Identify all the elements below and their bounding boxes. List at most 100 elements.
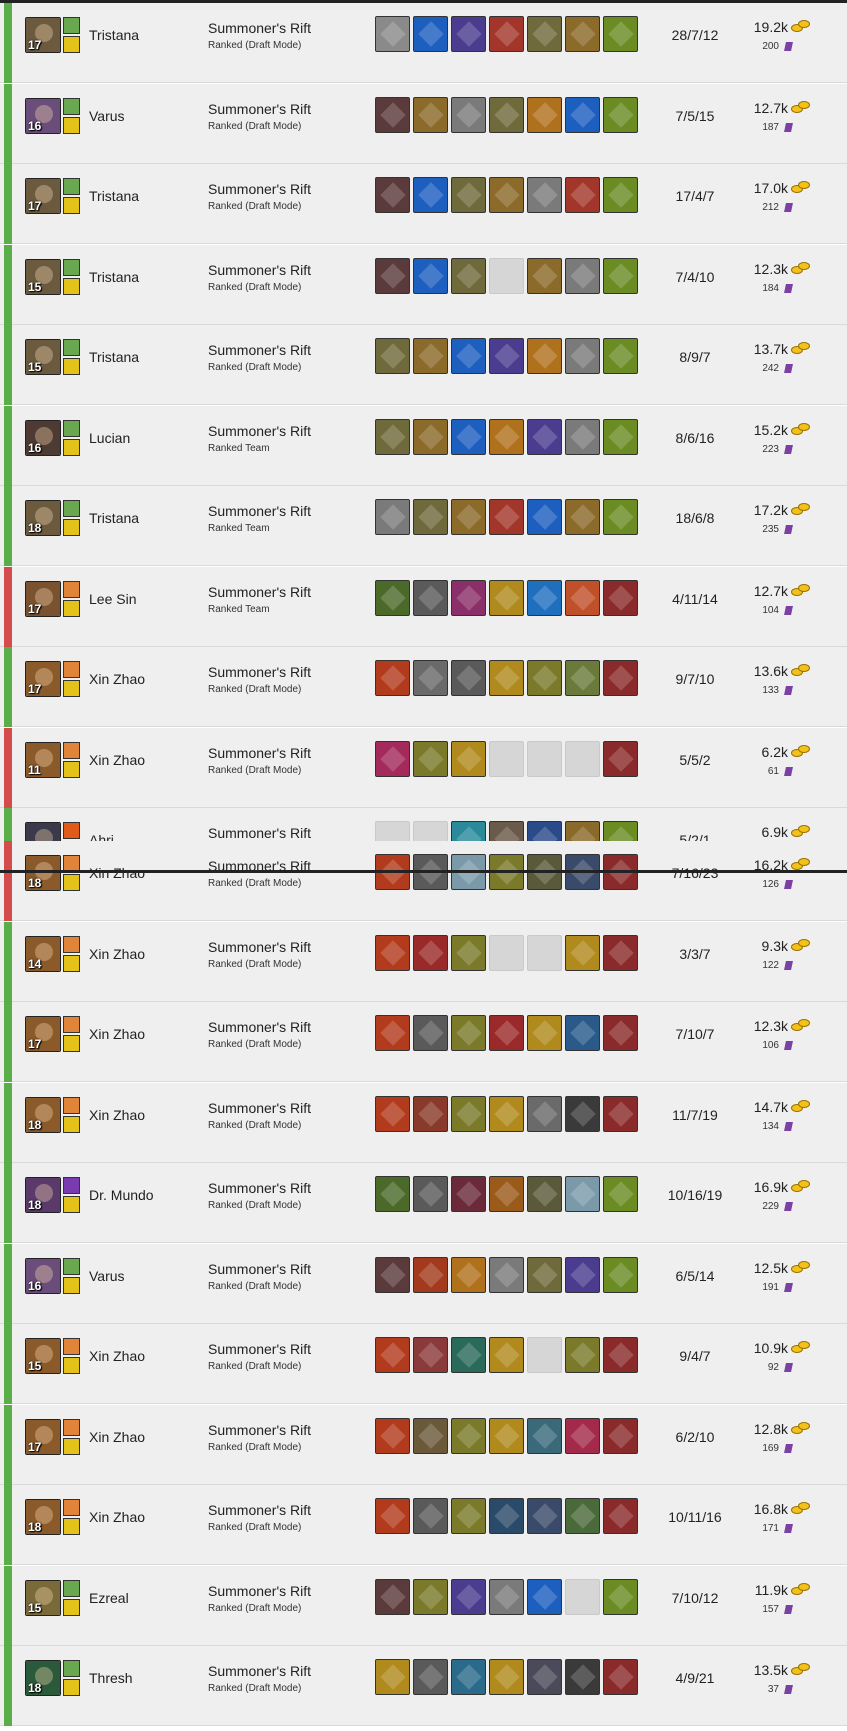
item-icon[interactable]	[413, 419, 448, 455]
item-icon[interactable]	[527, 1096, 562, 1132]
item-icon[interactable]	[375, 1337, 410, 1373]
item-icon[interactable]	[413, 935, 448, 971]
summoner-spell-1-icon[interactable]	[63, 742, 80, 759]
item-icon[interactable]	[565, 660, 600, 696]
item-icon[interactable]	[451, 580, 486, 616]
item-icon[interactable]	[527, 660, 562, 696]
item-icon[interactable]	[527, 1176, 562, 1212]
item-icon[interactable]	[603, 499, 638, 535]
champion-portrait[interactable]: 15	[25, 339, 61, 375]
champion-portrait[interactable]: 17	[25, 661, 61, 697]
summoner-spell-1-icon[interactable]	[63, 17, 80, 34]
champion-name[interactable]: Varus	[89, 1268, 125, 1284]
item-icon[interactable]	[603, 935, 638, 971]
match-row[interactable]: 14 Xin Zhao Summoner's Rift Ranked (Draf…	[0, 922, 847, 1002]
item-icon[interactable]	[527, 258, 562, 294]
item-icon[interactable]	[489, 1176, 524, 1212]
item-icon[interactable]	[489, 1015, 524, 1051]
summoner-spell-1-icon[interactable]	[63, 339, 80, 356]
match-row[interactable]: 16 Varus Summoner's Rift Ranked (Draft M…	[0, 84, 847, 164]
match-row[interactable]: 18 Xin Zhao Summoner's Rift Ranked (Draf…	[0, 841, 847, 921]
summoner-spell-2-icon[interactable]	[63, 874, 80, 891]
item-icon[interactable]	[527, 1418, 562, 1454]
item-icon[interactable]	[375, 1096, 410, 1132]
champion-portrait[interactable]: 17	[25, 581, 61, 617]
summoner-spell-2-icon[interactable]	[63, 680, 80, 697]
summoner-spell-2-icon[interactable]	[63, 278, 80, 295]
item-icon[interactable]	[489, 499, 524, 535]
item-icon[interactable]	[527, 499, 562, 535]
item-icon[interactable]	[565, 580, 600, 616]
champion-name[interactable]: Tristana	[89, 27, 139, 43]
match-row[interactable]: 17 Xin Zhao Summoner's Rift Ranked (Draf…	[0, 647, 847, 727]
match-row[interactable]: 17 Lee Sin Summoner's Rift Ranked Team 4…	[0, 567, 847, 647]
item-icon[interactable]	[375, 97, 410, 133]
match-row[interactable]: 15 Tristana Summoner's Rift Ranked (Draf…	[0, 245, 847, 325]
item-icon[interactable]	[565, 935, 600, 971]
summoner-spell-2-icon[interactable]	[63, 1518, 80, 1535]
item-icon[interactable]	[413, 258, 448, 294]
item-icon[interactable]	[413, 1257, 448, 1293]
summoner-spell-1-icon[interactable]	[63, 936, 80, 953]
item-icon[interactable]	[489, 1257, 524, 1293]
item-icon[interactable]	[603, 580, 638, 616]
champion-portrait[interactable]: 18	[25, 1499, 61, 1535]
item-icon[interactable]	[375, 1015, 410, 1051]
item-icon[interactable]	[375, 16, 410, 52]
item-icon[interactable]	[451, 741, 486, 777]
item-icon[interactable]	[451, 177, 486, 213]
item-icon[interactable]	[565, 1498, 600, 1534]
champion-name[interactable]: Thresh	[89, 1670, 133, 1686]
item-icon[interactable]	[527, 338, 562, 374]
champion-name[interactable]: Xin Zhao	[89, 1429, 145, 1445]
item-icon[interactable]	[375, 580, 410, 616]
item-icon[interactable]	[527, 419, 562, 455]
champion-portrait[interactable]: 15	[25, 1580, 61, 1616]
summoner-spell-2-icon[interactable]	[63, 1277, 80, 1294]
match-row[interactable]: 17 Xin Zhao Summoner's Rift Ranked (Draf…	[0, 1405, 847, 1485]
item-icon[interactable]	[565, 1176, 600, 1212]
summoner-spell-2-icon[interactable]	[63, 761, 80, 778]
summoner-spell-2-icon[interactable]	[63, 439, 80, 456]
item-icon[interactable]	[375, 1579, 410, 1615]
item-icon[interactable]	[603, 338, 638, 374]
match-row[interactable]: 17 Tristana Summoner's Rift Ranked (Draf…	[0, 3, 847, 83]
summoner-spell-2-icon[interactable]	[63, 600, 80, 617]
item-icon[interactable]	[603, 97, 638, 133]
summoner-spell-1-icon[interactable]	[63, 178, 80, 195]
item-icon[interactable]	[603, 1498, 638, 1534]
item-icon[interactable]	[603, 1096, 638, 1132]
item-icon[interactable]	[489, 16, 524, 52]
item-icon[interactable]	[565, 1337, 600, 1373]
summoner-spell-2-icon[interactable]	[63, 1116, 80, 1133]
champion-name[interactable]: Dr. Mundo	[89, 1187, 154, 1203]
item-icon[interactable]	[603, 1015, 638, 1051]
item-icon[interactable]	[451, 97, 486, 133]
item-icon[interactable]	[375, 1498, 410, 1534]
item-icon[interactable]	[603, 1418, 638, 1454]
item-icon[interactable]	[413, 1579, 448, 1615]
item-icon[interactable]	[565, 1096, 600, 1132]
item-icon[interactable]	[375, 1418, 410, 1454]
item-icon[interactable]	[489, 1579, 524, 1615]
champion-portrait[interactable]: 16	[25, 1258, 61, 1294]
item-icon[interactable]	[413, 1176, 448, 1212]
item-icon[interactable]	[375, 177, 410, 213]
champion-name[interactable]: Xin Zhao	[89, 1107, 145, 1123]
item-icon[interactable]	[451, 1257, 486, 1293]
item-icon[interactable]	[603, 258, 638, 294]
item-icon[interactable]	[603, 741, 638, 777]
summoner-spell-1-icon[interactable]	[63, 661, 80, 678]
item-icon[interactable]	[603, 419, 638, 455]
item-icon[interactable]	[603, 1579, 638, 1615]
champion-portrait[interactable]: 18	[25, 1660, 61, 1696]
item-icon[interactable]	[603, 1176, 638, 1212]
summoner-spell-1-icon[interactable]	[63, 1660, 80, 1677]
match-row[interactable]: 16 Lucian Summoner's Rift Ranked Team 8/…	[0, 406, 847, 486]
item-icon[interactable]	[565, 1659, 600, 1695]
item-icon[interactable]	[565, 16, 600, 52]
match-row[interactable]: 11 Xin Zhao Summoner's Rift Ranked (Draf…	[0, 728, 847, 808]
match-row[interactable]: 18 Thresh Summoner's Rift Ranked (Draft …	[0, 1646, 847, 1726]
item-icon[interactable]	[603, 16, 638, 52]
item-icon[interactable]	[565, 258, 600, 294]
